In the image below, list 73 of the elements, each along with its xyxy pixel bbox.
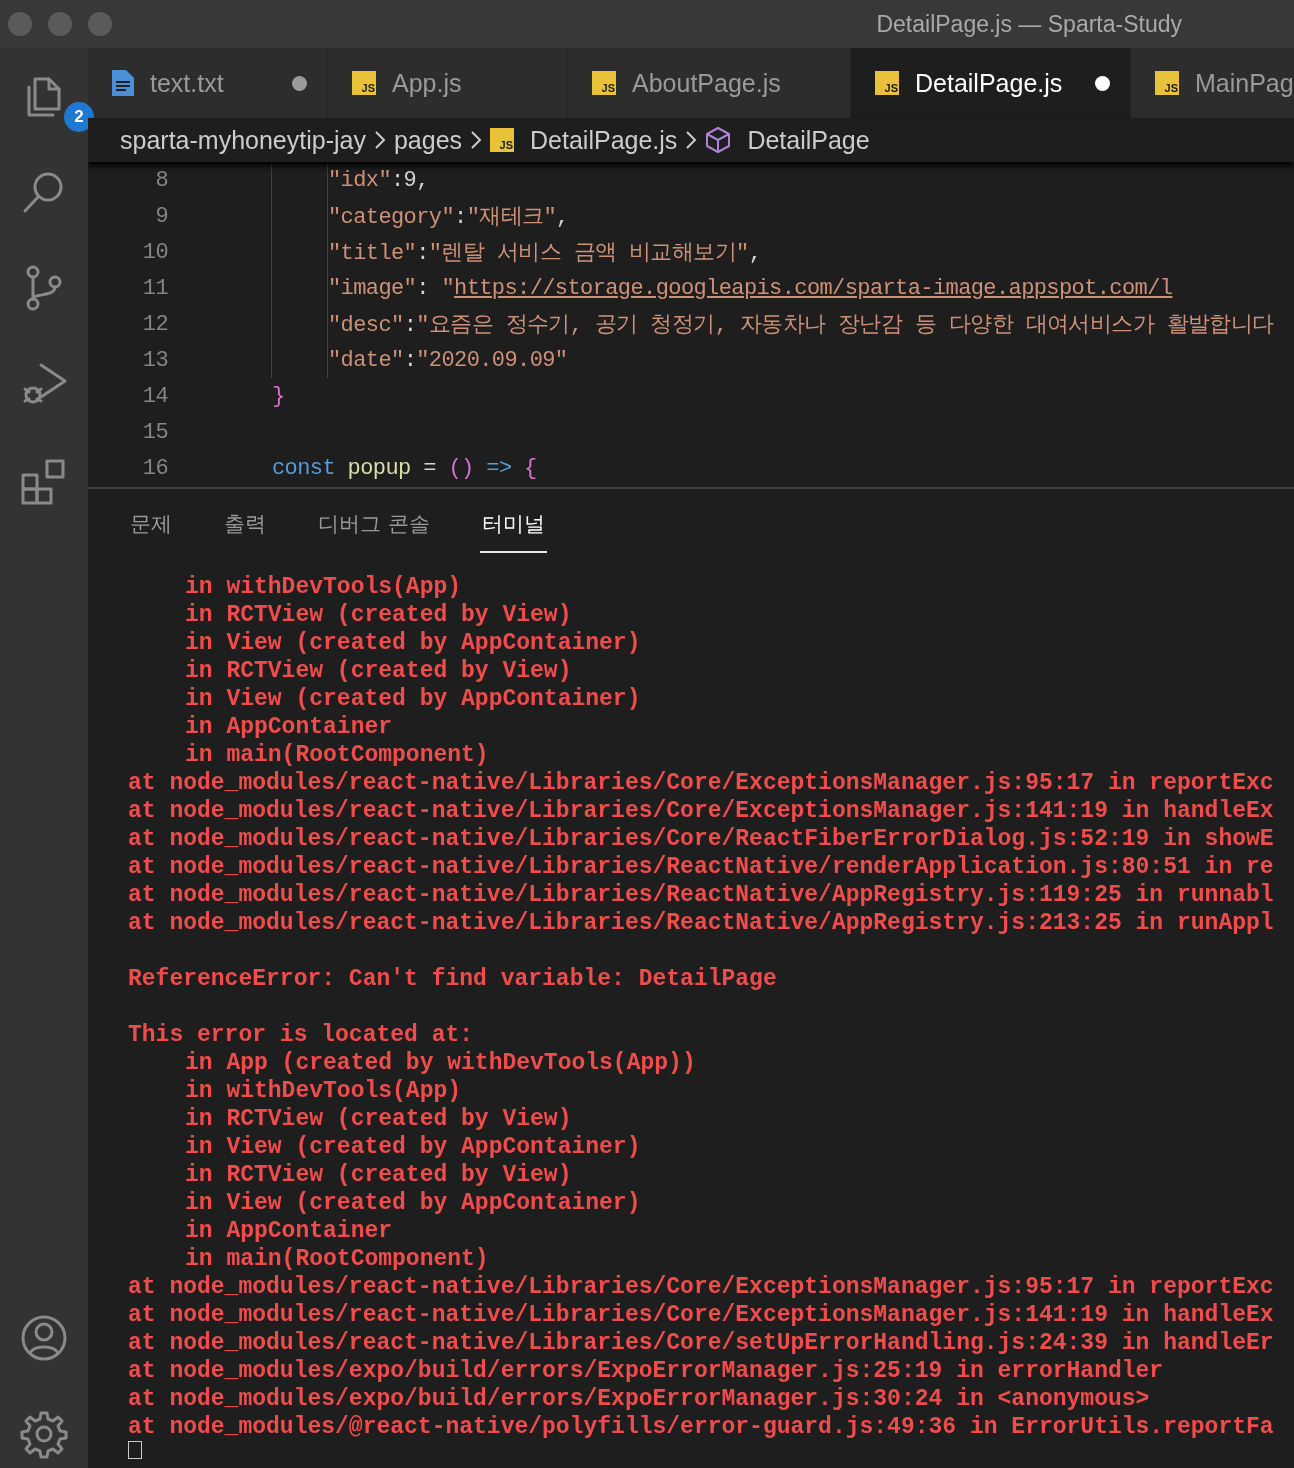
- breadcrumb-item[interactable]: sparta-myhoneytip-jay: [120, 125, 366, 155]
- text-file-icon: [112, 70, 134, 96]
- settings-icon[interactable]: [19, 1409, 69, 1459]
- terminal-line: at node_modules/react-native/Libraries/Core/ExceptionsManager.js:141:19 in handleEx: [128, 798, 1274, 824]
- terminal-line: at node_modules/react-native/Libraries/Core/ExceptionsManager.js:141:19 in handleEx: [128, 1302, 1274, 1328]
- cube-icon: [705, 126, 732, 154]
- line-number: 15: [141, 419, 168, 445]
- account-icon[interactable]: [19, 1313, 69, 1363]
- editor-tab[interactable]: JS DetailPage.js: [851, 48, 1131, 118]
- terminal-line: in withDevTools(App): [185, 1078, 462, 1104]
- line-number: 8: [154, 167, 168, 193]
- code-line: }: [272, 383, 285, 409]
- panel-tab[interactable]: 문제: [128, 507, 174, 553]
- terminal-cursor: [128, 1441, 142, 1459]
- code-line: "title":"렌탈 서비스 금액 비교해보기",: [328, 240, 762, 267]
- terminal-line: in main(RootComponent): [185, 1246, 489, 1272]
- terminal-line: at node_modules/react-native/Libraries/Core/setUpErrorHandling.js:24:39 in handleEr: [128, 1330, 1274, 1356]
- code-line: "desc":"요즘은 정수기, 공기 청정기, 자동차나 장난감 등 다양한 대여서비스가 활발합니다: [328, 312, 1274, 339]
- line-number: 10: [141, 239, 168, 265]
- js-file-icon: JS: [1155, 71, 1179, 95]
- terminal-line: in View (created by AppContainer): [185, 630, 641, 656]
- js-file-icon: JS: [875, 71, 899, 95]
- window-title: DetailPage.js — Sparta-Study: [876, 10, 1182, 38]
- terminal-line: in AppContainer: [185, 714, 393, 740]
- terminal-line: in App (created by withDevTools(App)): [185, 1050, 696, 1076]
- terminal-line: in View (created by AppContainer): [185, 1190, 641, 1216]
- editor-tab[interactable]: JS MainPag: [1131, 48, 1294, 118]
- panel-tab[interactable]: 터미널: [479, 507, 547, 553]
- terminal-line: in AppContainer: [185, 1218, 393, 1244]
- terminal-line: at node_modules/expo/build/errors/ExpoErrorManager.js:30:24 in <anonymous>: [128, 1386, 1150, 1412]
- code-line: "image": "https://storage.googleapis.com/sparta-image.appspot.com/l: [328, 275, 1173, 301]
- panel-tab[interactable]: 디버그 콘솔: [316, 507, 432, 553]
- terminal-line: at node_modules/react-native/Libraries/Core/ExceptionsManager.js:95:17 in reportExc: [128, 770, 1274, 796]
- panel-tab[interactable]: 출력: [222, 507, 268, 553]
- line-number: 12: [141, 311, 168, 337]
- breadcrumb-item[interactable]: DetailPage: [747, 125, 870, 155]
- terminal-line: in View (created by AppContainer): [185, 1134, 641, 1160]
- terminal-line: at node_modules/react-native/Libraries/ReactNative/AppRegistry.js:213:25 in runAppl: [128, 910, 1274, 936]
- terminal-line: at node_modules/react-native/Libraries/ReactNative/AppRegistry.js:119:25 in runnabl: [128, 882, 1274, 908]
- line-number: 11: [141, 275, 168, 301]
- terminal-line: at node_modules/react-native/Libraries/Core/ReactFiberErrorDialog.js:52:19 in showE: [128, 826, 1274, 852]
- terminal-line: in RCTView (created by View): [185, 1106, 572, 1132]
- line-number: 16: [141, 455, 168, 481]
- terminal-line: at node_modules/react-native/Libraries/ReactNative/renderApplication.js:80:51 in re: [128, 854, 1274, 880]
- terminal-line: at node_modules/@react-native/polyfills/error-guard.js:49:36 in ErrorUtils.reportFa: [128, 1414, 1274, 1440]
- terminal-line: in RCTView (created by View): [185, 602, 572, 628]
- js-file-icon: JS: [592, 71, 616, 95]
- editor-tab[interactable]: text.txt: [88, 48, 328, 118]
- code-line: "date":"2020.09.09": [328, 347, 568, 373]
- terminal-line: in RCTView (created by View): [185, 658, 572, 684]
- terminal-line: in View (created by AppContainer): [185, 686, 641, 712]
- editor-tab[interactable]: JS AboutPage.js: [568, 48, 851, 118]
- code-line: const popup = () => {: [272, 455, 537, 481]
- chevron-right-icon: [373, 130, 386, 150]
- line-number: 9: [154, 203, 168, 229]
- js-file-icon: JS: [352, 71, 376, 95]
- line-number: 14: [141, 383, 168, 409]
- code-line: "idx":9,: [328, 167, 429, 193]
- chevron-right-icon: [470, 130, 483, 150]
- code-line: "category":"재테크",: [328, 204, 569, 231]
- terminal-line: in RCTView (created by View): [185, 1162, 572, 1188]
- editor-tab[interactable]: JS App.js: [328, 48, 568, 118]
- breadcrumb-item[interactable]: DetailPage.js: [530, 125, 678, 155]
- terminal-line: This error is located at:: [128, 1022, 474, 1048]
- chevron-right-icon: [685, 130, 698, 150]
- terminal-line: at node_modules/expo/build/errors/ExpoErrorManager.js:25:19 in errorHandler: [128, 1358, 1164, 1384]
- terminal-line: in main(RootComponent): [185, 742, 489, 768]
- terminal-line: ReferenceError: Can't find variable: DetailPage: [128, 966, 777, 992]
- terminal-line: at node_modules/react-native/Libraries/Core/ExceptionsManager.js:95:17 in reportExc: [128, 1274, 1274, 1300]
- js-file-icon: JS: [490, 128, 515, 152]
- terminal-line: in withDevTools(App): [185, 574, 462, 600]
- line-number: 13: [141, 347, 168, 373]
- breadcrumb-item[interactable]: pages: [393, 125, 463, 155]
